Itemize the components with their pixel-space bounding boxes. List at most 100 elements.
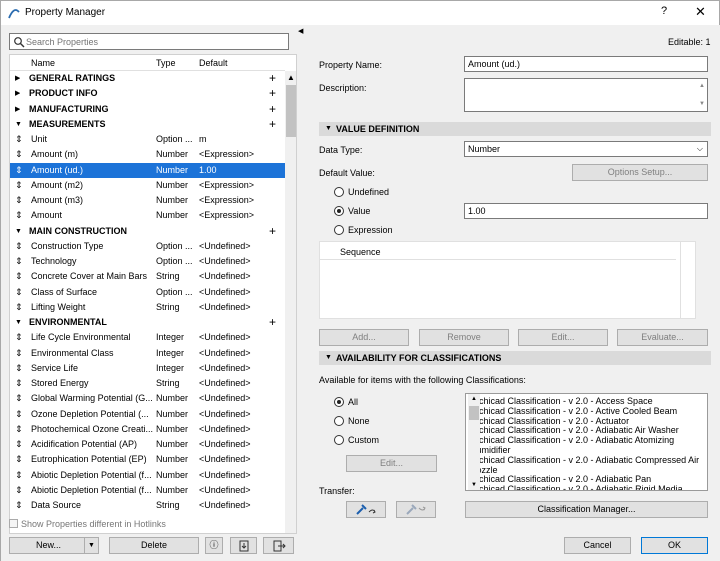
scroll-up-arrow-icon[interactable]: ▲ (471, 394, 477, 404)
add-property-icon[interactable]: + (269, 315, 276, 329)
table-row[interactable]: ⇕ Amount (m3) Number <Expression> (10, 193, 285, 208)
new-button[interactable]: New... ▼ (9, 537, 99, 554)
collapsed-arrow-icon[interactable]: ▶ (15, 86, 20, 101)
table-row[interactable]: ⇕ Eutrophication Potential (EP) Number <Und… (10, 452, 285, 467)
classification-list[interactable]: Archicad Classification - v 2.0 - Access… (465, 393, 708, 491)
availability-section-header[interactable]: ▼ AVAILABILITY FOR CLASSIFICATIONS (319, 351, 711, 365)
ok-button[interactable]: OK (641, 537, 708, 554)
collapsed-arrow-icon[interactable]: ▶ (15, 71, 20, 86)
table-row[interactable]: ⇕ Construction Type Option ... <Undefined> (10, 239, 285, 254)
data-type-select[interactable]: Number ⌵ (464, 141, 708, 157)
reorder-handle-icon[interactable]: ⇕ (15, 483, 23, 498)
add-property-icon[interactable]: + (269, 117, 276, 131)
help-button[interactable]: ? (661, 5, 667, 17)
reorder-handle-icon[interactable]: ⇕ (15, 132, 23, 147)
collapse-arrow-icon[interactable]: ◀ (298, 27, 303, 35)
hotlinks-option[interactable]: Show Properties different in Hotlinks (9, 519, 166, 529)
reorder-handle-icon[interactable]: ⇕ (15, 437, 23, 452)
search-input[interactable] (26, 35, 284, 48)
table-row[interactable]: ⇕ Acidification Potential (AP) Number <Unde… (10, 437, 285, 452)
table-row[interactable]: ⇕ Unit Option ... m (10, 132, 285, 147)
reorder-handle-icon[interactable]: ⇕ (15, 163, 23, 178)
add-property-icon[interactable]: + (269, 71, 276, 85)
table-row[interactable]: ⇕ Service Life Integer <Undefined> (10, 361, 285, 376)
sequence-list[interactable]: Sequence (319, 241, 695, 319)
add-button[interactable]: Add... (319, 329, 409, 346)
table-row[interactable]: ⇕ Amount Number <Expression> (10, 208, 285, 223)
table-row[interactable]: ⇕ Ozone Depletion Potential (... Number <Un… (10, 407, 285, 422)
table-row[interactable]: ⇕ Class of Surface Option ... <Undefined> (10, 285, 285, 300)
add-property-icon[interactable]: + (269, 224, 276, 238)
property-name-field[interactable]: Amount (ud.) (464, 56, 708, 72)
description-scroll-up-icon[interactable]: ▲ (699, 79, 705, 93)
reorder-handle-icon[interactable]: ⇕ (15, 376, 23, 391)
table-row[interactable]: ⇕ Life Cycle Environmental Integer <Undefin… (10, 330, 285, 345)
options-setup-button[interactable]: Options Setup... (572, 164, 708, 181)
info-button[interactable]: ⓘ (205, 537, 223, 554)
reorder-handle-icon[interactable]: ⇕ (15, 269, 23, 284)
group-row[interactable]: ▶ GENERAL RATINGS + (10, 71, 285, 86)
cancel-button[interactable]: Cancel (564, 537, 631, 554)
classification-scrollbar[interactable]: ▲ ▼ (468, 394, 480, 490)
scroll-thumb[interactable] (469, 406, 479, 420)
import-button[interactable] (230, 537, 257, 554)
description-scroll-down-icon[interactable]: ▼ (699, 97, 705, 111)
scroll-up-arrow-icon[interactable]: ▲ (287, 73, 295, 82)
reorder-handle-icon[interactable]: ⇕ (15, 422, 23, 437)
reorder-handle-icon[interactable]: ⇕ (15, 285, 23, 300)
table-row[interactable]: ⇕ Stored Energy String <Undefined> (10, 376, 285, 391)
list-item[interactable]: Archicad Classification - v 2.0 - Actuat… (470, 416, 629, 426)
list-scrollbar[interactable]: ▲ (285, 71, 296, 533)
hotlinks-checkbox[interactable] (9, 519, 18, 528)
transfer-inject-button[interactable] (396, 501, 436, 518)
list-item[interactable]: Archicad Classification - v 2.0 - Access… (470, 396, 653, 406)
column-header-name[interactable]: Name (31, 58, 55, 68)
reorder-handle-icon[interactable]: ⇕ (15, 239, 23, 254)
edit-button[interactable]: Edit... (518, 329, 608, 346)
table-row[interactable]: ⇕ Lifting Weight String <Undefined> (10, 300, 285, 315)
add-property-icon[interactable]: + (269, 102, 276, 116)
table-row[interactable]: ⇕ Data Source String <Undefined> (10, 498, 285, 513)
list-item[interactable]: Archicad Classification - v 2.0 - Active… (470, 406, 677, 416)
radio-undefined[interactable] (334, 187, 344, 197)
radio-custom[interactable] (334, 435, 344, 445)
list-item[interactable]: Archicad Classification - v 2.0 - Adiaba… (470, 484, 683, 490)
reorder-handle-icon[interactable]: ⇕ (15, 361, 23, 376)
default-value-field[interactable]: 1.00 (464, 203, 708, 219)
reorder-handle-icon[interactable]: ⇕ (15, 178, 23, 193)
list-item[interactable]: Archicad Classification - v 2.0 - Adiaba… (470, 474, 651, 484)
table-row[interactable]: ⇕ Concrete Cover at Main Bars String <Undef… (10, 269, 285, 284)
classification-manager-button[interactable]: Classification Manager... (465, 501, 708, 518)
radio-value[interactable] (334, 206, 344, 216)
table-row[interactable]: ⇕ Global Warming Potential (G... Number <Un… (10, 391, 285, 406)
transfer-pick-up-button[interactable] (346, 501, 386, 518)
group-row[interactable]: ▼ MEASUREMENTS + (10, 117, 285, 132)
reorder-handle-icon[interactable]: ⇕ (15, 330, 23, 345)
delete-button[interactable]: Delete (109, 537, 199, 554)
group-row[interactable]: ▶ PRODUCT INFO + (10, 86, 285, 101)
pane-splitter[interactable]: ◀ (297, 25, 305, 561)
value-definition-section-header[interactable]: ▼ VALUE DEFINITION (319, 122, 711, 136)
radio-all[interactable] (334, 397, 344, 407)
export-button[interactable] (263, 537, 294, 554)
table-row[interactable]: ⇕ Amount (m2) Number <Expression> (10, 178, 285, 193)
search-box[interactable] (9, 33, 289, 50)
reorder-handle-icon[interactable]: ⇕ (15, 254, 23, 269)
table-row[interactable]: ⇕ Abiotic Depletion Potential (f... Number… (10, 483, 285, 498)
reorder-handle-icon[interactable]: ⇕ (15, 346, 23, 361)
list-item[interactable]: Archicad Classification - v 2.0 - Adiaba… (470, 425, 679, 435)
new-dropdown-arrow-icon[interactable]: ▼ (88, 538, 95, 553)
collapsed-arrow-icon[interactable]: ▶ (15, 102, 20, 117)
table-row[interactable]: ⇕ Amount (ud.) Number 1.00 (10, 162, 285, 178)
table-row[interactable]: ⇕ Amount (m) Number <Expression> (10, 147, 285, 162)
reorder-handle-icon[interactable]: ⇕ (15, 468, 23, 483)
reorder-handle-icon[interactable]: ⇕ (15, 208, 23, 223)
radio-expression[interactable] (334, 225, 344, 235)
group-row[interactable]: ▼ ENVIRONMENTAL + (10, 315, 285, 330)
scroll-down-arrow-icon[interactable]: ▼ (471, 480, 477, 490)
description-field[interactable]: ▲ ▼ (464, 78, 708, 112)
reorder-handle-icon[interactable]: ⇕ (15, 452, 23, 467)
expanded-arrow-icon[interactable]: ▼ (15, 315, 22, 330)
reorder-handle-icon[interactable]: ⇕ (15, 498, 23, 513)
table-row[interactable]: ⇕ Technology Option ... <Undefined> (10, 254, 285, 269)
